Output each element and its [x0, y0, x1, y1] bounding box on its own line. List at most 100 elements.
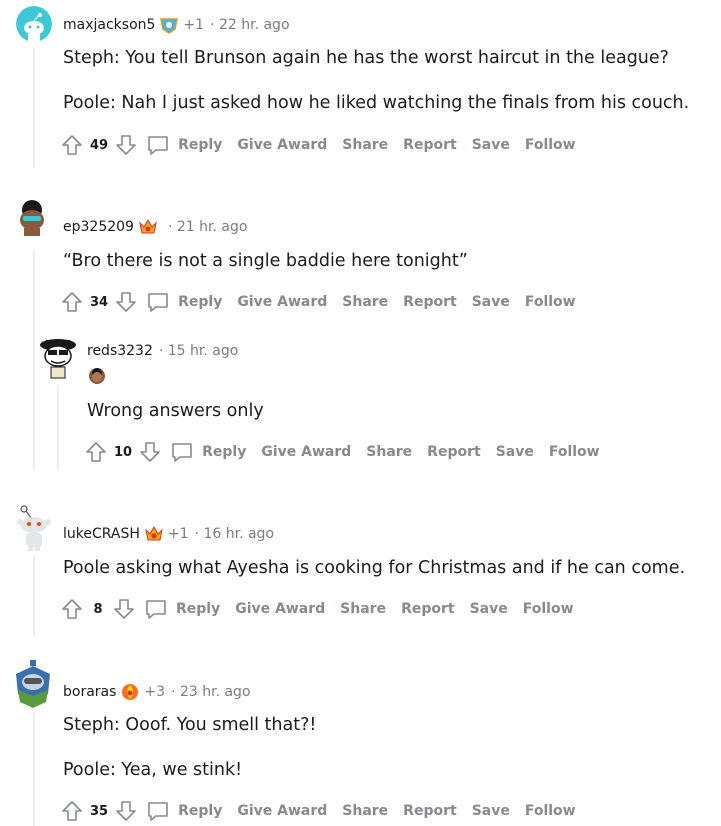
comment-icon — [148, 293, 168, 312]
reply-label: Reply — [202, 444, 247, 460]
give-award-button[interactable]: Give Award — [235, 601, 325, 617]
comment-icon — [146, 600, 166, 619]
snoo-avatar-icon — [20, 200, 44, 236]
follow-button[interactable]: Follow — [525, 137, 576, 153]
comment-actions: 10 Reply Give Award Share Report Save Fo… — [84, 437, 615, 467]
give-award-button[interactable]: Give Award — [237, 137, 327, 153]
timestamp[interactable]: · 22 hr. ago — [210, 17, 289, 33]
username[interactable]: reds3232 — [87, 343, 153, 359]
comment-actions: 8 Reply Give Award Share Report Save Fol… — [60, 594, 589, 624]
award-count: +3 — [144, 684, 166, 700]
award-count: +1 — [183, 17, 205, 33]
upvote-icon[interactable] — [60, 133, 84, 157]
comment-text: Wrong answers only — [87, 401, 264, 421]
comment-text: Steph: You tell Brunson again he has the… — [63, 48, 669, 68]
share-button[interactable]: Share — [342, 803, 388, 819]
reply-label: Reply — [176, 601, 221, 617]
thread-line[interactable] — [33, 250, 35, 470]
timestamp[interactable]: · 21 hr. ago — [168, 219, 247, 235]
comment-meta: reds3232 · 15 hr. ago — [87, 343, 238, 359]
reply-label: Reply — [178, 803, 223, 819]
thread-line[interactable] — [33, 712, 35, 826]
report-button[interactable]: Report — [427, 444, 481, 460]
thread-line[interactable] — [33, 556, 35, 636]
report-button[interactable]: Report — [403, 137, 457, 153]
award-icon[interactable] — [138, 217, 158, 237]
avatar[interactable] — [14, 200, 50, 236]
reply-button[interactable]: Reply — [146, 799, 222, 823]
comment-icon — [148, 136, 168, 155]
upvote-icon[interactable] — [60, 799, 84, 823]
award-icon[interactable] — [159, 15, 179, 35]
comment-text: “Bro there is not a single baddie here t… — [63, 251, 468, 271]
reply-label: Reply — [178, 294, 223, 310]
reply-button[interactable]: Reply — [146, 133, 222, 157]
downvote-icon[interactable] — [112, 597, 136, 621]
comment-meta: boraras +3 · 23 hr. ago — [63, 682, 251, 702]
thread-line[interactable] — [57, 385, 59, 470]
save-button[interactable]: Save — [470, 601, 508, 617]
downvote-icon[interactable] — [114, 133, 138, 157]
report-button[interactable]: Report — [403, 294, 457, 310]
avatar[interactable] — [16, 6, 52, 42]
thread-line[interactable] — [33, 48, 35, 168]
comment-text: Poole: Nah I just asked how he liked wat… — [63, 93, 690, 113]
follow-button[interactable]: Follow — [525, 294, 576, 310]
save-button[interactable]: Save — [496, 444, 534, 460]
reply-label: Reply — [178, 137, 223, 153]
follow-button[interactable]: Follow — [525, 803, 576, 819]
award-icon[interactable] — [120, 682, 140, 702]
reply-button[interactable]: Reply — [170, 440, 246, 464]
comment-icon — [172, 443, 192, 462]
give-award-button[interactable]: Give Award — [237, 803, 327, 819]
comment-icon — [148, 802, 168, 821]
comment-meta: lukeCRASH +1 · 16 hr. ago — [63, 524, 274, 544]
comment-meta: ep325209 · 21 hr. ago — [63, 217, 247, 237]
downvote-icon[interactable] — [114, 799, 138, 823]
avatar[interactable] — [12, 660, 54, 708]
give-award-button[interactable]: Give Award — [261, 444, 351, 460]
timestamp[interactable]: · 16 hr. ago — [195, 526, 274, 542]
downvote-icon[interactable] — [138, 440, 162, 464]
save-button[interactable]: Save — [472, 803, 510, 819]
timestamp[interactable]: · 23 hr. ago — [171, 684, 250, 700]
report-button[interactable]: Report — [403, 803, 457, 819]
username[interactable]: maxjackson5 — [63, 17, 155, 33]
report-button[interactable]: Report — [401, 601, 455, 617]
username[interactable]: lukeCRASH — [63, 526, 140, 542]
comment-text: Poole asking what Ayesha is cooking for … — [63, 558, 686, 578]
share-button[interactable]: Share — [340, 601, 386, 617]
save-button[interactable]: Save — [472, 137, 510, 153]
comment-actions: 49 Reply Give Award Share Report Save Fo… — [60, 130, 591, 160]
snoo-avatar-icon — [16, 6, 52, 42]
follow-button[interactable]: Follow — [549, 444, 600, 460]
give-award-button[interactable]: Give Award — [237, 294, 327, 310]
reply-button[interactable]: Reply — [144, 597, 220, 621]
username[interactable]: boraras — [63, 684, 116, 700]
award-icon[interactable] — [144, 524, 164, 544]
vote-score: 8 — [93, 601, 103, 617]
vote-score: 49 — [90, 137, 109, 153]
avatar[interactable] — [14, 505, 54, 551]
downvote-icon[interactable] — [114, 290, 138, 314]
vote-score: 10 — [114, 444, 133, 460]
timestamp[interactable]: · 15 hr. ago — [159, 343, 238, 359]
comment-actions: 34 Reply Give Award Share Report Save Fo… — [60, 287, 591, 317]
username[interactable]: ep325209 — [63, 219, 134, 235]
reply-button[interactable]: Reply — [146, 290, 222, 314]
upvote-icon[interactable] — [60, 290, 84, 314]
share-button[interactable]: Share — [342, 137, 388, 153]
upvote-icon[interactable] — [84, 440, 108, 464]
avatar[interactable] — [38, 336, 78, 380]
share-button[interactable]: Share — [342, 294, 388, 310]
follow-button[interactable]: Follow — [523, 601, 574, 617]
comment-actions: 35 Reply Give Award Share Report Save Fo… — [60, 796, 591, 826]
snoo-avatar-icon — [16, 660, 50, 708]
comment-text: Steph: Ooof. You smell that?! — [63, 715, 317, 735]
comment-text: Poole: Yea, we stink! — [63, 760, 243, 780]
upvote-icon[interactable] — [60, 597, 84, 621]
award-count: +1 — [167, 526, 189, 542]
save-button[interactable]: Save — [472, 294, 510, 310]
comment-meta: maxjackson5 +1 · 22 hr. ago — [63, 15, 290, 35]
share-button[interactable]: Share — [366, 444, 412, 460]
